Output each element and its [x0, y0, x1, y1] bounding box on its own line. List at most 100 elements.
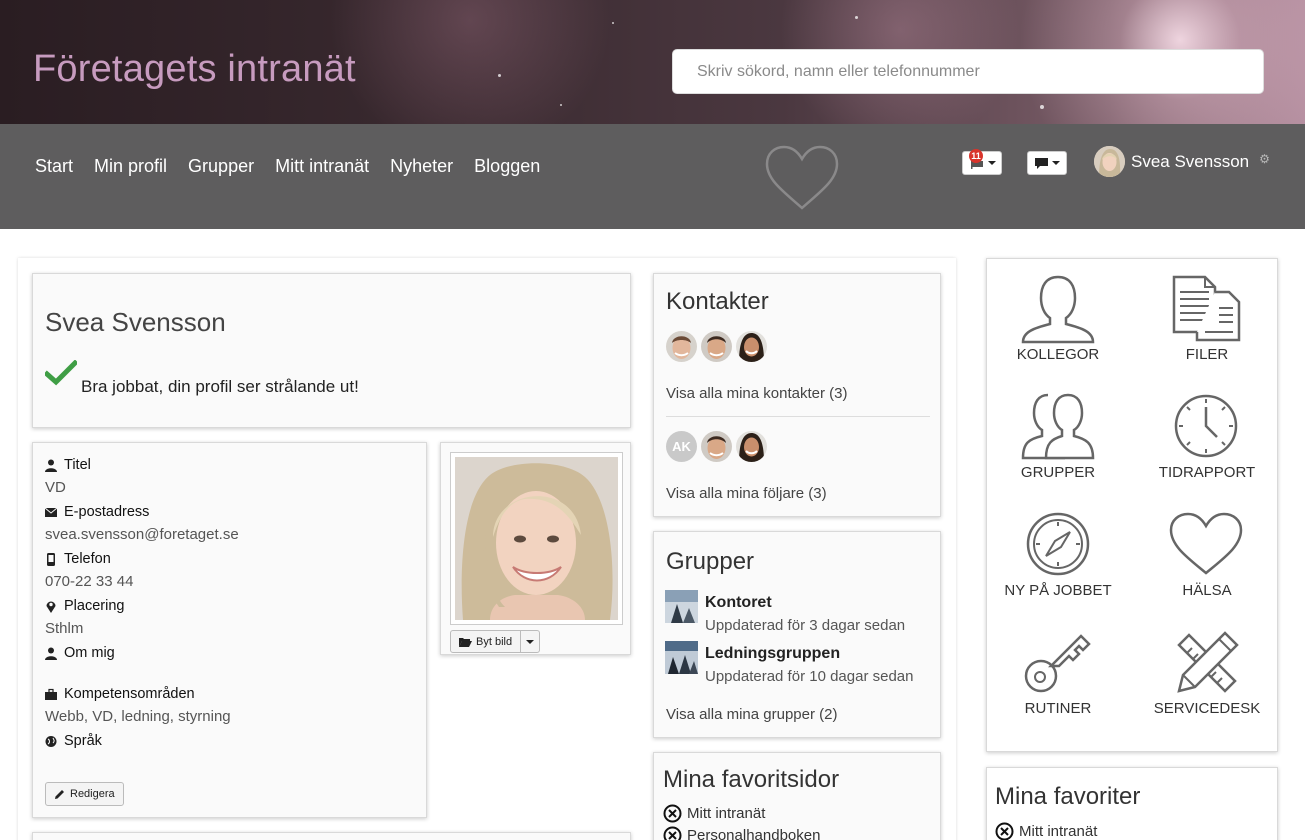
nav-link-start[interactable]: Start: [35, 155, 73, 177]
groups-icon[interactable]: [1020, 392, 1096, 462]
all-contacts-link[interactable]: Visa alla mina kontakter (3): [666, 385, 847, 402]
shortcut-label-rutiner[interactable]: RUTINER: [983, 700, 1133, 717]
heart-icon[interactable]: [1168, 512, 1244, 576]
shortcut-label-ny-pa-jobbet[interactable]: NY PÅ JOBBET: [983, 582, 1133, 599]
field-label-text: Titel: [64, 457, 91, 473]
notifications-badge: 11: [969, 149, 983, 163]
field-label-titel: Titel: [45, 457, 91, 473]
shortcut-label-kollegor[interactable]: KOLLEGOR: [983, 346, 1133, 363]
profile-extra-card: [32, 832, 631, 840]
group-updated: Uppdaterad för 10 dagar sedan: [705, 668, 914, 685]
change-photo-button[interactable]: Byt bild: [450, 630, 541, 653]
field-value-placering: Sthlm: [45, 620, 84, 637]
heart-logo-icon: [765, 145, 839, 210]
clock-icon[interactable]: [1173, 393, 1239, 459]
remove-icon[interactable]: [995, 822, 1014, 840]
shortcut-label-filer[interactable]: FILER: [1132, 346, 1282, 363]
shortcut-label-servicedesk[interactable]: SERVICEDESK: [1132, 700, 1282, 717]
contact-avatar[interactable]: [701, 331, 732, 362]
shortcut-label-grupper[interactable]: GRUPPER: [983, 464, 1133, 481]
field-label-text: Placering: [64, 598, 125, 614]
user-icon: [45, 459, 57, 472]
field-label-email: E-postadress: [45, 504, 149, 520]
group-thumbnail[interactable]: [665, 590, 698, 623]
field-label-telefon: Telefon: [45, 551, 111, 567]
contacts-card: Kontakter Visa alla mina kontakter (3) A…: [653, 273, 941, 517]
group-thumbnail[interactable]: [665, 641, 698, 674]
profile-photo[interactable]: [450, 452, 623, 625]
field-label-kompetens: Kompetensområden: [45, 686, 195, 702]
briefcase-icon: [45, 688, 57, 700]
field-label-placering: Placering: [45, 598, 124, 614]
main-navbar: Start Min profil Grupper Mitt intranät N…: [0, 124, 1305, 229]
shortcut-label-tidrapport[interactable]: TIDRAPPORT: [1132, 464, 1282, 481]
messages-button[interactable]: [1027, 151, 1067, 175]
key-icon[interactable]: [1023, 629, 1093, 695]
favorite-page-item[interactable]: Mitt intranät: [663, 804, 765, 823]
group-name-kontoret[interactable]: Kontoret: [705, 594, 772, 612]
favorite-page-label[interactable]: Personalhandboken: [687, 827, 820, 840]
all-groups-link[interactable]: Visa alla mina grupper (2): [666, 706, 837, 723]
main-nav: Start Min profil Grupper Mitt intranät N…: [35, 155, 561, 177]
remove-icon[interactable]: [663, 804, 682, 823]
favorite-pages-card: Mina favoritsidor Mitt intranät Personal…: [653, 752, 941, 840]
notifications-button[interactable]: 11: [962, 149, 1002, 175]
site-title[interactable]: Företagets intranät: [33, 48, 356, 91]
gear-icon[interactable]: ⚙: [1259, 152, 1270, 166]
group-updated: Uppdaterad för 3 dagar sedan: [705, 617, 906, 634]
chevron-down-icon: [526, 639, 535, 644]
compass-icon[interactable]: [1025, 511, 1091, 577]
field-label-text: Om mig: [64, 645, 115, 661]
phone-icon: [47, 552, 55, 566]
colleague-icon[interactable]: [1020, 274, 1096, 344]
favorite-pages-title: Mina favoritsidor: [663, 766, 840, 793]
group-name-ledningsgruppen[interactable]: Ledningsgruppen: [705, 645, 840, 663]
change-photo-main[interactable]: Byt bild: [451, 631, 522, 652]
field-label-text: Språk: [64, 733, 102, 749]
field-value-email[interactable]: svea.svensson@foretaget.se: [45, 526, 239, 543]
user-avatar: [1094, 146, 1125, 177]
all-followers-link[interactable]: Visa alla mina följare (3): [666, 485, 827, 502]
follower-avatar[interactable]: [736, 431, 767, 462]
pencil-ruler-icon[interactable]: [1173, 629, 1241, 695]
nav-link-nyheter[interactable]: Nyheter: [390, 155, 453, 177]
favorites-title: Mina favoriter: [995, 783, 1141, 810]
envelope-icon: [45, 507, 57, 517]
edit-profile-button[interactable]: Redigera: [45, 782, 124, 806]
change-photo-dropdown[interactable]: [521, 631, 539, 652]
divider: [666, 416, 930, 417]
follower-initials-avatar[interactable]: AK: [666, 431, 697, 462]
pencil-icon: [55, 789, 64, 799]
edit-profile-label: Redigera: [70, 788, 115, 800]
shortcut-label-halsa[interactable]: HÄLSA: [1132, 582, 1282, 599]
profile-info-card: Titel VD E-postadress svea.svensson@fore…: [32, 442, 427, 818]
profile-header-card: Svea Svensson Bra jobbat, din profil ser…: [32, 273, 631, 428]
contact-avatar[interactable]: [736, 331, 767, 362]
nav-link-grupper[interactable]: Grupper: [188, 155, 254, 177]
remove-icon[interactable]: [663, 826, 682, 840]
follower-avatar[interactable]: [701, 431, 732, 462]
nav-link-bloggen[interactable]: Bloggen: [474, 155, 540, 177]
files-icon[interactable]: [1171, 274, 1241, 344]
favorite-item[interactable]: Mitt intranät: [995, 822, 1097, 840]
groups-title: Grupper: [666, 548, 755, 575]
checkmark-icon: [45, 360, 77, 386]
favorite-page-item[interactable]: Personalhandboken: [663, 826, 820, 840]
field-label-text: E-postadress: [64, 504, 150, 520]
user-menu[interactable]: Svea Svensson ⚙: [1094, 146, 1270, 177]
chevron-down-icon: [987, 161, 996, 165]
nav-link-mitt-intranat[interactable]: Mitt intranät: [275, 155, 369, 177]
map-marker-icon: [46, 600, 56, 613]
field-label-sprak: Språk: [45, 733, 102, 749]
nav-link-min-profil[interactable]: Min profil: [94, 155, 167, 177]
banner-sparkle: [612, 22, 614, 24]
banner-sparkle: [855, 16, 858, 19]
favorite-page-label[interactable]: Mitt intranät: [687, 805, 765, 822]
profile-status-message: Bra jobbat, din profil ser strålande ut!: [81, 377, 359, 396]
contact-avatar[interactable]: [666, 331, 697, 362]
favorite-label[interactable]: Mitt intranät: [1019, 823, 1097, 840]
field-label-text: Telefon: [64, 551, 111, 567]
user-icon: [45, 647, 57, 660]
search-input[interactable]: [672, 49, 1264, 94]
field-value-kompetens: Webb, VD, ledning, styrning: [45, 708, 231, 725]
